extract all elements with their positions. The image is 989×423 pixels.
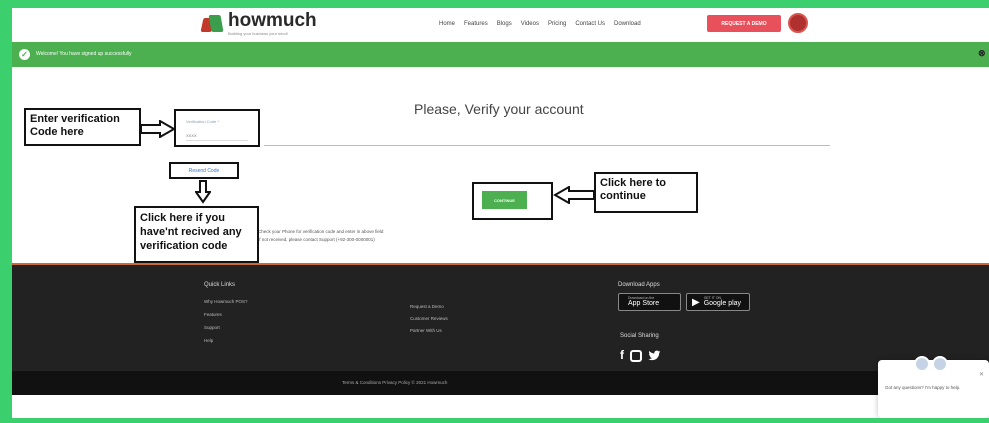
resend-code-link[interactable]: Resend Code <box>169 162 239 179</box>
app-store-label: App Store <box>628 300 660 307</box>
facebook-icon[interactable]: f <box>620 348 624 362</box>
browser-frame: howmuch Building your business your mind… <box>12 8 989 418</box>
nav-pricing[interactable]: Pricing <box>548 21 566 27</box>
footer-link[interactable]: Customer Reviews <box>410 316 448 321</box>
logo-tagline: Building your business your mind! <box>228 31 288 36</box>
quick-links-title: Quick Links <box>204 282 236 288</box>
close-icon[interactable]: ⊗ <box>978 48 986 59</box>
footer-link[interactable]: Request a Demo <box>410 304 444 309</box>
avatar <box>932 356 948 372</box>
app-store-button[interactable]: Download on the App Store <box>618 293 681 311</box>
chat-avatars <box>914 356 948 372</box>
logo-mark-icon <box>200 12 224 34</box>
nav-videos[interactable]: Videos <box>521 21 539 27</box>
nav-contact-us[interactable]: Contact Us <box>575 21 605 27</box>
user-avatar[interactable] <box>788 13 808 33</box>
help-line-2: If not received, please contact Support … <box>258 237 375 242</box>
verification-code-field-highlight: Verification Code * <box>174 109 260 147</box>
download-apps-title: Download Apps <box>618 282 660 288</box>
google-play-button[interactable]: ▶ GET IT ON Google play <box>686 293 750 311</box>
help-text: Check your Phone for verification code a… <box>258 228 383 244</box>
verify-section: Please, Verify your account Verification… <box>12 67 989 263</box>
play-icon: ▶ <box>692 296 700 308</box>
check-circle-icon: ✓ <box>19 49 30 60</box>
arrow-down-icon <box>195 180 211 204</box>
footer-bottom-bar: Terms & Conditions Privacy Policy © 2021… <box>12 371 989 395</box>
instagram-icon[interactable] <box>630 350 642 362</box>
social-sharing-title: Social Sharing <box>620 333 659 339</box>
social-icons: f <box>620 348 661 362</box>
verification-code-label: Verification Code * <box>186 119 219 124</box>
nav-blogs[interactable]: Blogs <box>497 21 512 27</box>
google-play-label: Google play <box>703 300 742 307</box>
nav-features[interactable]: Features <box>464 21 488 27</box>
avatar <box>914 356 930 372</box>
footer-link[interactable]: Help <box>204 338 213 343</box>
notification-text: Welcome! You have signed up successfully <box>36 51 132 57</box>
footer-link[interactable]: Partner With Us <box>410 328 442 333</box>
annotation-enter-code: Enter verification Code here <box>24 108 141 146</box>
logo[interactable]: howmuch Building your business your mind… <box>200 10 317 36</box>
footer-link[interactable]: Features <box>204 312 222 317</box>
logo-text: howmuch <box>228 10 317 31</box>
copyright-text: Terms & Conditions Privacy Policy © 2021… <box>342 380 448 385</box>
annotation-click-continue: Click here to continue <box>594 172 698 213</box>
page-title: Please, Verify your account <box>414 101 584 117</box>
help-line-1: Check your Phone for verification code a… <box>258 229 384 234</box>
chat-widget[interactable]: ✕ Got any questions? I'm happy to help. <box>878 356 989 418</box>
annotation-resend-hint: Click here if you have'nt recived any ve… <box>134 206 259 263</box>
main-nav: Home Features Blogs Videos Pricing Conta… <box>439 21 641 27</box>
site-header: howmuch Building your business your mind… <box>12 8 989 42</box>
chat-message: Got any questions? I'm happy to help. <box>885 385 961 390</box>
nav-download[interactable]: Download <box>614 21 641 27</box>
footer-link[interactable]: Why Howmuch POS? <box>204 299 248 304</box>
footer-link[interactable]: Support <box>204 325 220 330</box>
continue-button[interactable]: CONTINUE <box>482 191 527 209</box>
twitter-icon[interactable] <box>648 350 661 362</box>
close-icon[interactable]: ✕ <box>979 371 984 378</box>
request-demo-button[interactable]: REQUEST A DEMO <box>707 15 781 32</box>
arrow-left-icon <box>553 186 595 204</box>
nav-home[interactable]: Home <box>439 21 455 27</box>
verification-code-input[interactable] <box>186 131 248 141</box>
site-footer: Quick Links Why Howmuch POS? Features Su… <box>12 263 989 371</box>
success-notification: ✓ Welcome! You have signed up successful… <box>12 42 989 67</box>
divider <box>264 145 830 146</box>
arrow-right-icon <box>140 120 176 138</box>
